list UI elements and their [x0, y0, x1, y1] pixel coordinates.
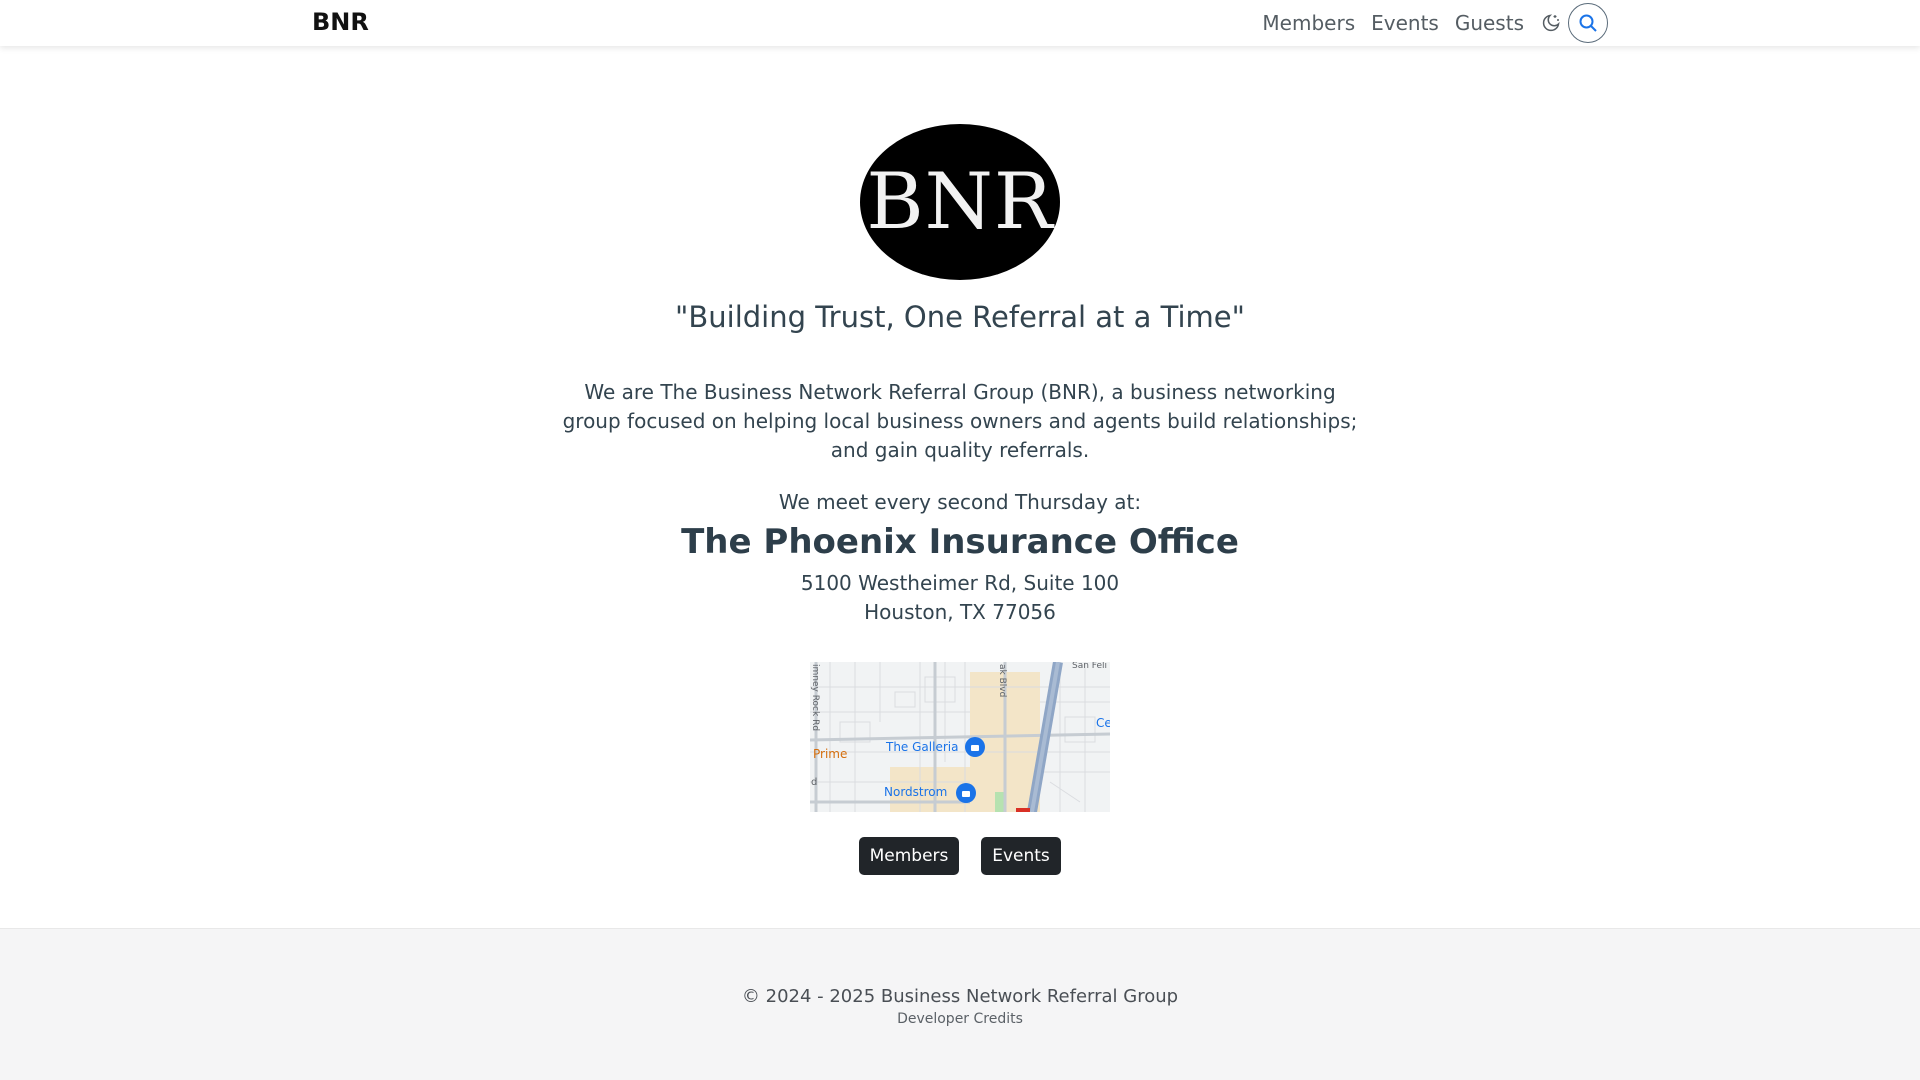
- map-label-san-felipe: San Feli: [1072, 662, 1107, 671]
- members-button[interactable]: Members: [859, 837, 959, 875]
- footer-copyright: © 2024 - 2025 Business Network Referral …: [741, 986, 1179, 1007]
- top-navbar: BNR Members Events Guests: [0, 0, 1920, 46]
- map-label-ce: Ce: [1096, 716, 1110, 730]
- moon-stars-icon[interactable]: [1540, 12, 1562, 34]
- logo-text: BNR: [866, 157, 1054, 247]
- address-line-2: Houston, TX 77056: [864, 600, 1056, 624]
- map-label-post-oak: ak Blvd: [997, 664, 1007, 697]
- meeting-label: We meet every second Thursday at:: [778, 490, 1142, 514]
- map-label-nordstrom: Nordstrom: [884, 785, 947, 799]
- events-button[interactable]: Events: [981, 837, 1061, 875]
- map-label-edge-d: d: [811, 777, 817, 788]
- search-icon: [1579, 14, 1597, 32]
- nav-link-events[interactable]: Events: [1371, 11, 1439, 35]
- map-label-chimney-rock: imney Rock Rd: [810, 664, 820, 731]
- nav-menu: Members Events Guests: [1246, 0, 1608, 46]
- location-map[interactable]: The Galleria Nordstrom Prime Ce d San Fe…: [810, 662, 1110, 812]
- map-label-galleria: The Galleria: [885, 740, 958, 754]
- map-label-prime: Prime: [813, 747, 847, 761]
- search-button[interactable]: [1568, 3, 1608, 43]
- nav-link-members[interactable]: Members: [1262, 11, 1355, 35]
- intro-paragraph: We are The Business Network Referral Gro…: [562, 380, 1358, 462]
- brand-logo-link[interactable]: BNR: [312, 8, 369, 36]
- bnr-logo: BNR: [860, 124, 1060, 280]
- developer-credits-link[interactable]: Developer Credits: [0, 1011, 1920, 1027]
- footer: © 2024 - 2025 Business Network Referral …: [0, 928, 1920, 1080]
- venue-name: The Phoenix Insurance Office: [681, 522, 1239, 562]
- address-line-1: 5100 Westheimer Rd, Suite 100: [800, 571, 1120, 595]
- nav-link-guests[interactable]: Guests: [1455, 11, 1524, 35]
- slogan: "Building Trust, One Referral at a Time": [675, 300, 1245, 334]
